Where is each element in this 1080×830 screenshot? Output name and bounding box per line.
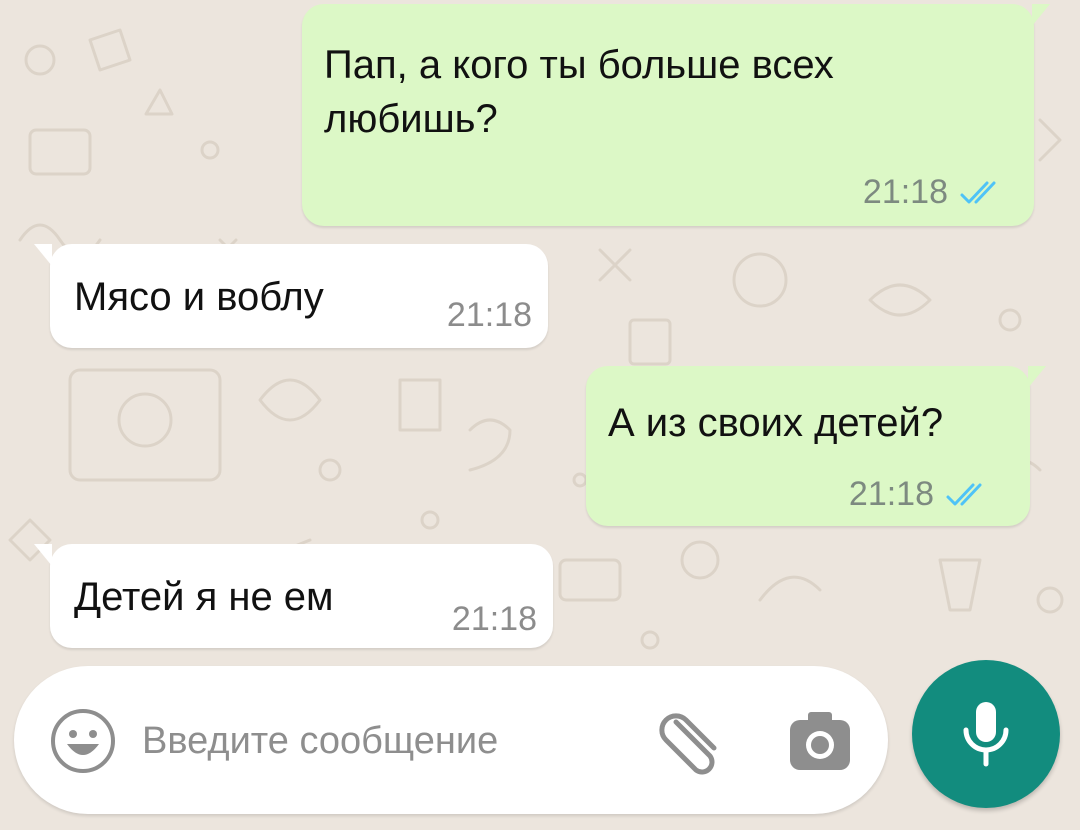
message-bubble-outgoing[interactable]: Пап, а кого ты больше всех любишь? 21:18 bbox=[302, 4, 1050, 226]
message-meta: 21:18 bbox=[863, 173, 1004, 212]
message-text: Мясо и воблу bbox=[74, 275, 324, 319]
message-meta: 21:18 bbox=[452, 600, 537, 639]
microphone-icon bbox=[963, 702, 1009, 767]
bubble-tail bbox=[34, 544, 52, 566]
message-bubble-outgoing[interactable]: А из своих детей? 21:18 bbox=[586, 366, 1046, 526]
double-check-read-icon bbox=[960, 181, 996, 203]
camera-icon[interactable] bbox=[784, 706, 856, 778]
message-bubble-incoming[interactable]: Мясо и воблу 21:18 bbox=[34, 244, 548, 348]
emoji-icon[interactable] bbox=[48, 706, 118, 776]
bubble-tail bbox=[1032, 4, 1050, 26]
message-bubble-incoming[interactable]: Детей я не ем 21:18 bbox=[34, 544, 553, 648]
message-meta: 21:18 bbox=[447, 296, 532, 335]
bubble-tail bbox=[34, 244, 52, 266]
message-composer bbox=[14, 666, 888, 814]
message-input[interactable] bbox=[142, 706, 622, 776]
message-text: А из своих детей? bbox=[608, 401, 944, 445]
double-check-read-icon bbox=[946, 483, 982, 505]
message-text: Пап, а кого ты больше всех любишь? bbox=[324, 43, 834, 141]
message-time: 21:18 bbox=[451, 600, 537, 638]
message-meta: 21:18 bbox=[849, 475, 990, 514]
message-time: 21:18 bbox=[446, 296, 532, 334]
message-time: 21:18 bbox=[848, 475, 934, 513]
bubble-tail bbox=[1028, 366, 1046, 388]
message-time: 21:18 bbox=[862, 173, 948, 211]
message-text: Детей я не ем bbox=[74, 575, 334, 619]
voice-message-button[interactable] bbox=[912, 660, 1060, 808]
paperclip-icon[interactable] bbox=[654, 704, 730, 780]
